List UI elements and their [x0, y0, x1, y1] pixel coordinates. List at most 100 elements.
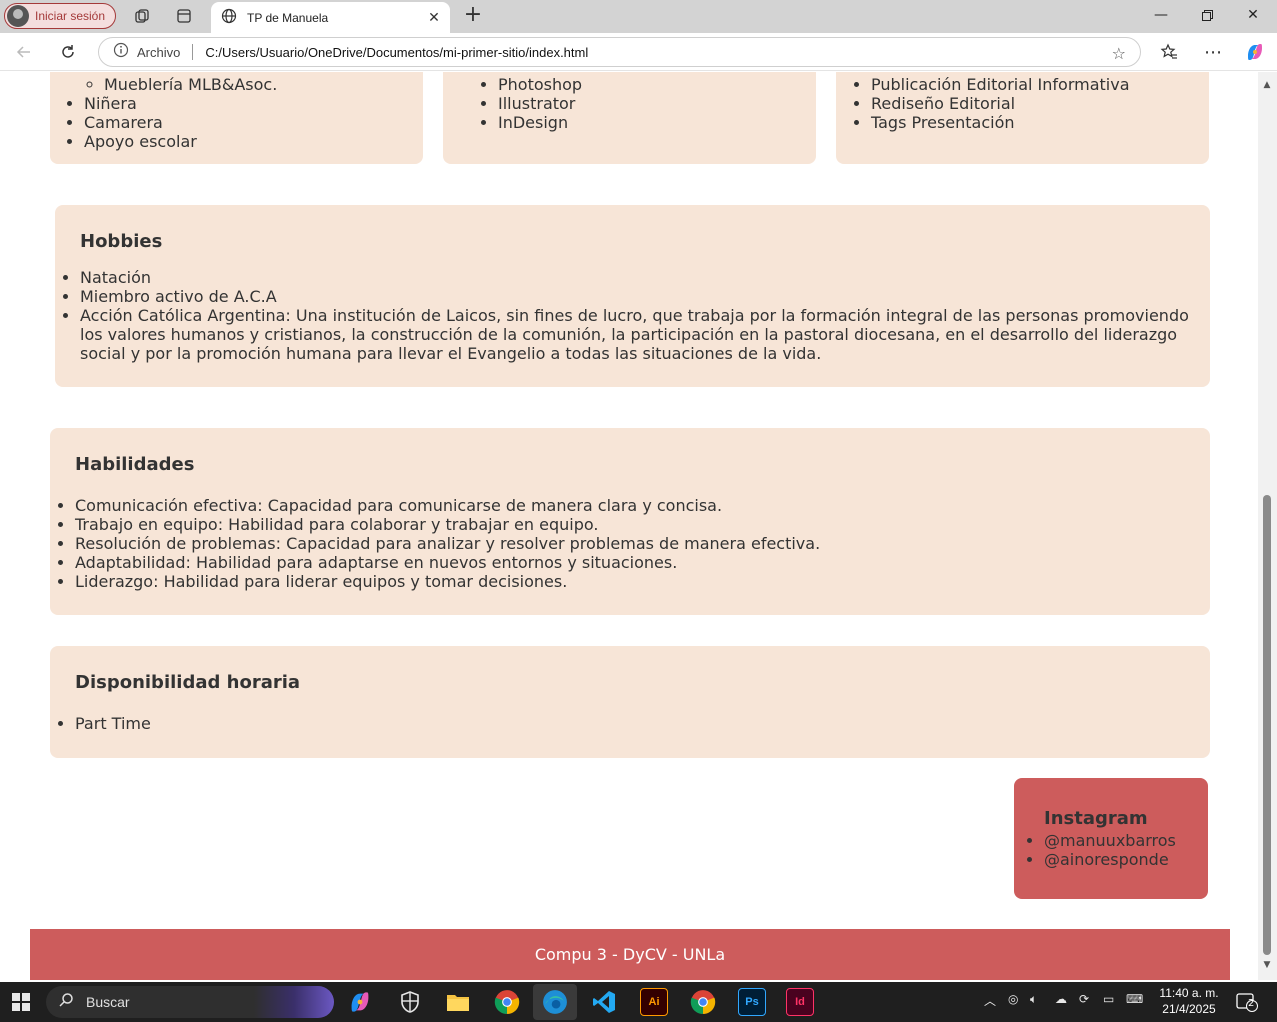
back-icon[interactable]	[10, 39, 38, 65]
windows-start-icon[interactable]	[12, 993, 30, 1011]
search-label: Buscar	[86, 994, 130, 1010]
volume-icon[interactable]: 🔈︎	[1030, 992, 1037, 1007]
chevron-up-icon[interactable]: ︿	[984, 992, 996, 1009]
list-item: Miembro activo de A.C.A	[80, 287, 1190, 306]
footer-text: Compu 3 - DyCV - UNLa	[534, 945, 726, 964]
scroll-up-icon[interactable]: ▲	[1262, 80, 1272, 90]
tab-bar: Iniciar sesión TP de Manuela ✕ + — ✕	[0, 0, 1277, 33]
meet-icon[interactable]: ◎	[1008, 992, 1018, 1006]
page-footer: Compu 3 - DyCV - UNLa	[30, 929, 1230, 980]
file-explorer-icon[interactable]	[444, 988, 472, 1016]
instagram-list: @manuuxbarros @ainoresponde	[1044, 831, 1176, 869]
vscode-icon[interactable]	[590, 988, 618, 1016]
clock[interactable]: 11:40 a. m. 21/4/2025	[1150, 985, 1228, 1017]
scroll-down-icon[interactable]: ▼	[1262, 960, 1272, 970]
notifications-icon[interactable]: 2	[1236, 992, 1258, 1012]
list-item: Publicación Editorial Informativa	[871, 75, 1130, 94]
list-item: Apoyo escolar	[84, 132, 197, 151]
network-icon[interactable]: ☁︎	[1055, 992, 1067, 1006]
chrome-profile-icon[interactable]	[493, 988, 521, 1016]
list-item: InDesign	[498, 113, 582, 132]
photoshop-icon[interactable]: Ps	[738, 988, 766, 1016]
experience-list: Niñera Camarera Apoyo escolar	[84, 94, 197, 151]
list-item: Trabajo en equipo: Habilidad para colabo…	[75, 515, 1185, 534]
keyboard-icon[interactable]: ⌨︎	[1126, 992, 1143, 1006]
copilot-app-icon[interactable]	[346, 988, 374, 1016]
list-item: Natación	[80, 268, 1190, 287]
habilidades-list: Comunicación efectiva: Capacidad para co…	[75, 496, 1185, 591]
list-item: Acción Católica Argentina: Una instituci…	[80, 306, 1190, 363]
info-icon[interactable]	[113, 42, 129, 62]
list-item: Mueblería MLB&Asoc.	[104, 75, 277, 94]
list-item: Camarera	[84, 113, 197, 132]
clock-date: 21/4/2025	[1162, 1002, 1216, 1016]
habilidades-title: Habilidades	[75, 454, 195, 475]
illustrator-icon[interactable]: Ai	[640, 988, 668, 1016]
search-highlight-image	[254, 986, 334, 1018]
globe-icon	[221, 8, 237, 28]
list-item: Resolución de problemas: Capacidad para …	[75, 534, 1185, 553]
notification-count: 2	[1248, 998, 1255, 1009]
experience-sublist: Mueblería MLB&Asoc.	[104, 75, 277, 94]
list-item: Liderazgo: Habilidad para liderar equipo…	[75, 572, 1185, 591]
profile-button[interactable]: Iniciar sesión	[4, 3, 116, 29]
address-bar[interactable]: Archivo C:/Users/Usuario/OneDrive/Docume…	[98, 37, 1141, 67]
list-item: Photoshop	[498, 75, 582, 94]
tab-tp-de-manuela[interactable]: TP de Manuela ✕	[211, 2, 450, 33]
instagram-title: Instagram	[1044, 808, 1148, 829]
software-list: Photoshop Illustrator InDesign	[498, 75, 582, 132]
habilidades-card: Habilidades Comunicación efectiva: Capac…	[50, 428, 1210, 615]
instagram-card: Instagram @manuuxbarros @ainoresponde	[1014, 778, 1208, 899]
hobbies-list: Natación Miembro activo de A.C.A Acción …	[80, 268, 1190, 363]
list-item: Niñera	[84, 94, 197, 113]
close-tab-icon[interactable]: ✕	[424, 10, 444, 26]
hobbies-title: Hobbies	[80, 231, 163, 252]
taskbar: Buscar Ai Ps Id ︿ ◎ 🔈︎ ☁︎ ⟳ ▭ ⌨︎ 11:40 a…	[0, 982, 1277, 1022]
more-menu-icon[interactable]: ⋯	[1199, 39, 1227, 65]
hobbies-card: Hobbies Natación Miembro activo de A.C.A…	[55, 205, 1210, 387]
disponibilidad-card: Disponibilidad horaria Part Time	[50, 646, 1210, 758]
display-icon[interactable]: ▭	[1103, 992, 1114, 1006]
list-item: Comunicación efectiva: Capacidad para co…	[75, 496, 1185, 515]
projects-card: Publicación Editorial Informativa Redise…	[836, 72, 1209, 164]
list-item: Rediseño Editorial	[871, 94, 1130, 113]
indesign-icon[interactable]: Id	[786, 988, 814, 1016]
disponibilidad-title: Disponibilidad horaria	[75, 672, 301, 693]
disponibilidad-list: Part Time	[75, 714, 151, 733]
list-item: Part Time	[75, 714, 151, 733]
address-bar-row: Archivo C:/Users/Usuario/OneDrive/Docume…	[0, 33, 1277, 71]
favorites-icon[interactable]	[1155, 39, 1183, 65]
search-icon	[58, 992, 74, 1012]
copilot-icon[interactable]	[1241, 39, 1269, 65]
projects-list: Publicación Editorial Informativa Redise…	[871, 75, 1130, 132]
minimize-icon[interactable]: —	[1138, 0, 1184, 30]
file-label: Archivo	[137, 44, 181, 60]
experience-card: Mueblería MLB&Asoc. Niñera Camarera Apoy…	[50, 72, 423, 164]
edge-icon[interactable]	[541, 988, 569, 1016]
url-text[interactable]: C:/Users/Usuario/OneDrive/Documentos/mi-…	[205, 45, 588, 60]
tab-title: TP de Manuela	[247, 10, 329, 25]
favorite-star-icon[interactable]: ☆	[1112, 44, 1126, 63]
avatar	[7, 5, 29, 27]
software-card: Photoshop Illustrator InDesign	[443, 72, 816, 164]
page-viewport: Mueblería MLB&Asoc. Niñera Camarera Apoy…	[0, 72, 1258, 980]
clock-time: 11:40 a. m.	[1159, 986, 1219, 1000]
chrome-icon[interactable]	[689, 988, 717, 1016]
instagram-link[interactable]: @ainoresponde	[1044, 850, 1176, 869]
defender-icon[interactable]	[396, 988, 424, 1016]
list-item: Tags Presentación	[871, 113, 1130, 132]
refresh-icon[interactable]	[54, 39, 82, 65]
taskbar-search[interactable]: Buscar	[46, 986, 334, 1018]
list-item: Adaptabilidad: Habilidad para adaptarse …	[75, 553, 1185, 572]
profile-label: Iniciar sesión	[35, 9, 106, 23]
workspaces-icon[interactable]	[131, 5, 153, 27]
instagram-link[interactable]: @manuuxbarros	[1044, 831, 1176, 850]
tab-actions-icon[interactable]	[173, 5, 195, 27]
update-icon[interactable]: ⟳	[1079, 992, 1089, 1006]
address-separator	[192, 44, 194, 60]
restore-icon[interactable]	[1184, 0, 1230, 30]
close-window-icon[interactable]: ✕	[1230, 0, 1276, 30]
vertical-scrollbar[interactable]: ▲ ▼	[1258, 72, 1277, 980]
scroll-thumb[interactable]	[1263, 495, 1271, 955]
new-tab-icon[interactable]: +	[461, 4, 485, 28]
